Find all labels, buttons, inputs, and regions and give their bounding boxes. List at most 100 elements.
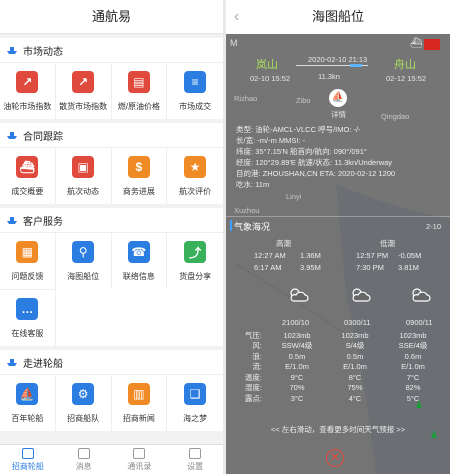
section-title: 市场动态 [0, 38, 223, 62]
partly-cloudy-icon [290, 288, 309, 302]
section-2: 客户服务 ▦ 问题反馈 ⚲ 海图船位 ☎ 联络信息 ⤴ 货盘分享 … 在线客服 [0, 208, 223, 346]
ship-info-1: 长/宽: -m/-m MMSI: - [236, 136, 306, 145]
forecast-row: 浪: 0.5m 0.5m 0.6m [226, 351, 442, 362]
menu-item-label: 航次评价 [179, 187, 212, 196]
document-icon: ≡ [184, 71, 207, 93]
share-icon: ⤴ [184, 241, 207, 263]
forecast-key: 风: [252, 341, 262, 351]
menu-item-label: 燃/原油价格 [117, 102, 160, 111]
tab-0[interactable]: 招商轮船 [0, 445, 56, 474]
forecast-value: 3°C [290, 393, 304, 403]
section-title: 客户服务 [0, 208, 223, 232]
high-tide-label: 高潮 [276, 239, 291, 248]
forecast-table: 气压: 1023mb 1023mb 1023mb 风: SSW/4级 S/4级 SSE/4级浪… [226, 330, 442, 404]
menu-item-label: 海之梦 [183, 414, 208, 423]
forecast-value: 1023mb [399, 330, 427, 340]
menu-item-label: 招商新闻 [122, 414, 155, 423]
ship-bullet-icon [7, 47, 17, 54]
forecast-time: 2100/10 [282, 318, 310, 327]
low-tide-time: 12:57 PM [356, 251, 389, 260]
menu-item[interactable]: $ 商务进展 [111, 147, 168, 204]
forecast-value: 0.5m [288, 351, 306, 361]
menu-item[interactable]: ▤ 燃/原油价格 [111, 62, 168, 119]
forecast-value: E/1.0m [343, 362, 367, 372]
tab-label: 通讯录 [127, 461, 152, 471]
partly-cloudy-icon [412, 288, 431, 302]
ship-info-2: 纬度: 35°7.15'N 船首向/航向: 090°/091° [236, 147, 367, 156]
arrive-port: 舟山 [394, 59, 416, 71]
map-label: Qingdao [381, 112, 410, 121]
depart-port: 岚山 [256, 59, 278, 71]
forecast-value: S/4级 [345, 341, 365, 351]
forecast-value: E/1.0m [401, 362, 425, 372]
menu-grid: ↗ 油轮市场指数 ↗ 散货市场指数 ▤ 燃/原油价格 ≡ 市场成交 [0, 62, 223, 119]
menu-item[interactable]: ⚙ 招商船队 [55, 374, 112, 431]
detail-link[interactable]: 详情 [331, 109, 346, 120]
menu-item[interactable]: ▣ 航次动态 [55, 147, 112, 204]
tab-label: 消息 [75, 461, 92, 471]
forecast-value: 7°C [406, 372, 420, 382]
route-progress [350, 64, 362, 67]
settings-icon [189, 447, 202, 459]
forecast-row: 流: E/1.0m E/1.0m E/1.0m [226, 362, 442, 373]
chart-icon: ▤ [127, 71, 150, 93]
forecast-key: 浪: [252, 351, 262, 361]
forecast-key: 流: [252, 362, 262, 372]
tab-label: 设置 [187, 461, 204, 471]
section-label: 走进轮船 [23, 358, 63, 370]
menu-item[interactable]: ⛵ 百年轮船 [0, 374, 56, 431]
menu-grid: ▦ 问题反馈 ⚲ 海图船位 ☎ 联络信息 ⤴ 货盘分享 … 在线客服 [0, 232, 223, 346]
chart-position-panel: ‹ 海图船位 M ⛴ 岚山 舟山 2020-02-10 21:13 02-10 … [226, 0, 450, 474]
briefcase-icon: ▣ [72, 156, 95, 178]
menu-item[interactable]: … 在线客服 [0, 289, 56, 346]
ship-info-3: 经度: 120°29.89'E 航速/状态: 11.3kn/Underway [236, 158, 393, 167]
menu-item[interactable]: ⚲ 海图船位 [55, 232, 112, 289]
map-label: Xuzhou [234, 206, 260, 215]
menu-item-label: 在线客服 [11, 329, 44, 338]
section-label: 合同跟踪 [23, 131, 63, 143]
phone-icon: ☎ [127, 241, 150, 263]
dollar-doc-icon: $ [127, 156, 150, 178]
forecast-value: 70% [289, 383, 305, 393]
chart-header: ‹ 海图船位 [226, 0, 450, 34]
menu-item[interactable]: ⛴ 成交概要 [0, 147, 56, 204]
menu-item[interactable]: ▥ 招商新闻 [111, 374, 168, 431]
menu-item[interactable]: ▦ 问题反馈 [0, 232, 56, 289]
forecast-row: 露点: 3°C 4°C 5°C [226, 393, 442, 404]
section-label: 市场动态 [23, 46, 63, 58]
menu-grid: ⛵ 百年轮船 ⚙ 招商船队 ▥ 招商新闻 ❑ 海之梦 [0, 374, 223, 431]
contacts-icon [133, 447, 146, 459]
swipe-hint: << 左右滑动，查看更多时间天气预报 >> [270, 425, 406, 434]
menu-item[interactable]: ↗ 散货市场指数 [55, 62, 112, 119]
menu-item[interactable]: ☎ 联络信息 [111, 232, 168, 289]
menu-item[interactable]: ⤴ 货盘分享 [167, 232, 223, 289]
news-icon: ▥ [127, 383, 150, 405]
menu-item-label: 联络信息 [122, 272, 155, 281]
tab-3[interactable]: 设置 [167, 445, 223, 474]
menu-item[interactable]: ★ 航次评价 [167, 147, 223, 204]
weather-page: 2-10 [426, 222, 442, 231]
forecast-value: 75% [347, 383, 363, 393]
star-icon: ★ [184, 156, 207, 178]
tab-1[interactable]: 消息 [56, 445, 112, 474]
low-tide-height: 3.81M [398, 263, 419, 272]
boat-icon: ⛵ [16, 383, 39, 405]
menu-item-label: 市场成交 [179, 102, 212, 111]
tab-2[interactable]: 通讯录 [112, 445, 168, 474]
ship-icon: ⛴ [16, 156, 39, 178]
menu-item[interactable]: ≡ 市场成交 [167, 62, 223, 119]
close-button[interactable]: ✕ [326, 449, 344, 467]
low-tide-time: 7:30 PM [356, 263, 384, 272]
low-tide-label: 低潮 [380, 239, 395, 248]
ship-icon[interactable]: ⛵ [329, 89, 347, 107]
menu-item[interactable]: ↗ 油轮市场指数 [0, 62, 56, 119]
back-icon[interactable]: ‹ [234, 0, 239, 34]
ship-bullet-icon [7, 132, 17, 139]
menu-item[interactable]: ❑ 海之梦 [167, 374, 223, 431]
grid-icon: ▦ [16, 241, 39, 263]
page-title: 海图船位 [311, 9, 364, 24]
distance: 11.3kn [318, 72, 340, 81]
forecast-value: SSE/4级 [398, 341, 428, 351]
menu-item-label: 百年轮船 [11, 414, 44, 423]
high-tide-height: 3.95M [300, 263, 321, 272]
